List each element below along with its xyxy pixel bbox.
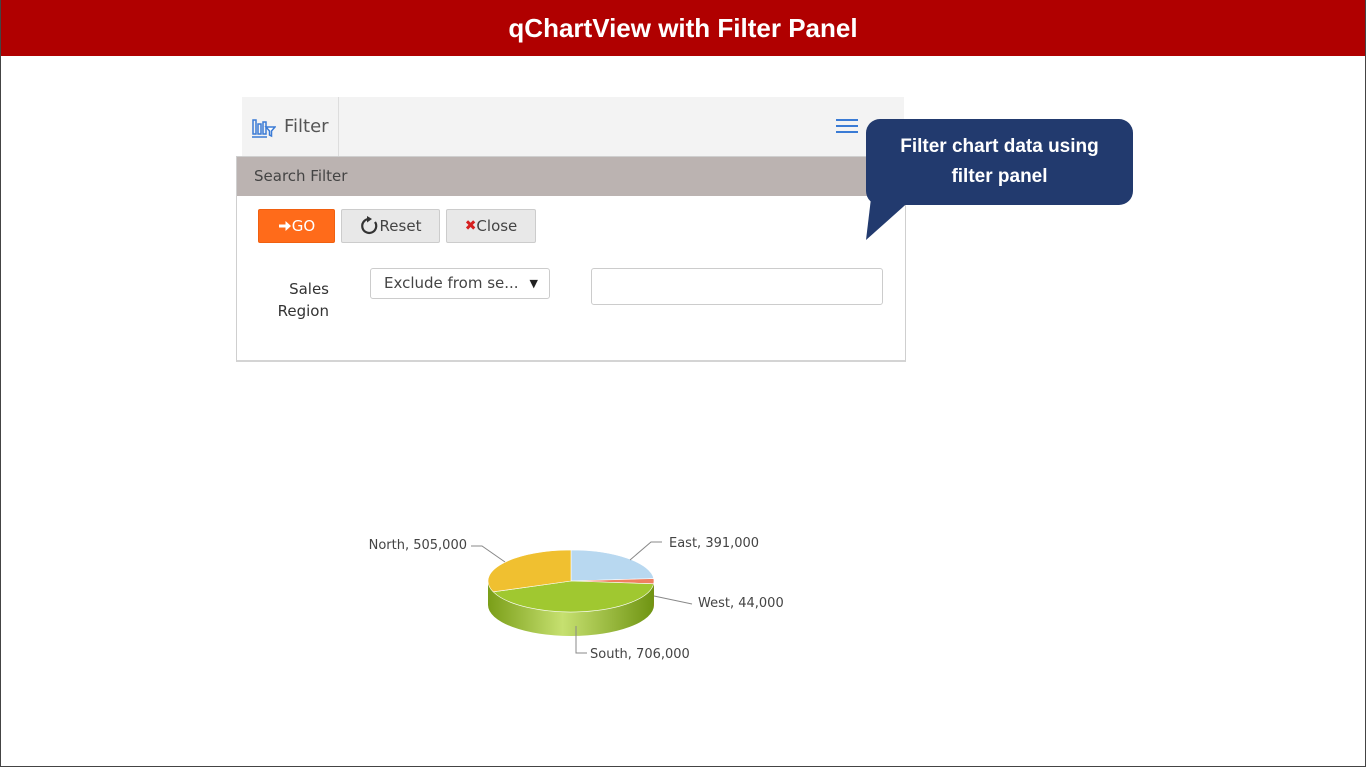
pie-label-east: East, 391,000: [669, 536, 759, 551]
pie-leader-east: [629, 541, 662, 561]
close-icon: ✖: [464, 218, 477, 234]
pie-label-north: North, 505,000: [369, 538, 467, 553]
arrow-right-icon: [278, 221, 291, 231]
pie-slice-east[interactable]: [570, 549, 655, 582]
close-button-label: Close: [476, 217, 518, 235]
filter-tab[interactable]: Filter: [242, 97, 339, 156]
sales-region-label-line1: Sales: [289, 280, 329, 298]
pie-leader-west: [653, 595, 693, 605]
pie-leader-north: [471, 545, 506, 563]
sales-region-label-line2: Region: [277, 302, 329, 320]
reset-button[interactable]: Reset: [341, 209, 440, 243]
search-filter-panel: Search Filter GO Reset ✖ Close Sales Reg…: [236, 156, 906, 362]
filter-chart-icon: [252, 118, 276, 138]
go-button-label: GO: [291, 217, 316, 235]
reset-button-label: Reset: [379, 217, 422, 235]
tooltip-callout: Filter chart data using filter panel: [866, 119, 1133, 205]
chart-toolbar: Filter: [242, 97, 904, 156]
filter-tab-label: Filter: [284, 116, 329, 137]
pie-label-west: West, 44,000: [698, 596, 784, 611]
sales-region-label: Sales Region: [267, 278, 329, 322]
go-button[interactable]: GO: [258, 209, 335, 243]
pie-chart: North, 505,000 East, 391,000 West, 44,000 S…: [369, 536, 784, 662]
panel-header: Search Filter: [237, 157, 905, 196]
pie-label-south: South, 706,000: [590, 647, 690, 662]
close-button[interactable]: ✖ Close: [446, 209, 536, 243]
sales-region-value-input[interactable]: [591, 268, 883, 305]
filter-mode-value: Exclude from se...: [384, 274, 519, 292]
callout-line2: filter panel: [951, 166, 1048, 187]
chevron-down-icon: ▼: [529, 277, 538, 290]
hamburger-menu-icon[interactable]: [836, 119, 858, 135]
filter-mode-select[interactable]: Exclude from se... ▼: [370, 268, 550, 299]
refresh-icon: [360, 216, 377, 235]
callout-line1: Filter chart data using: [900, 136, 1099, 157]
